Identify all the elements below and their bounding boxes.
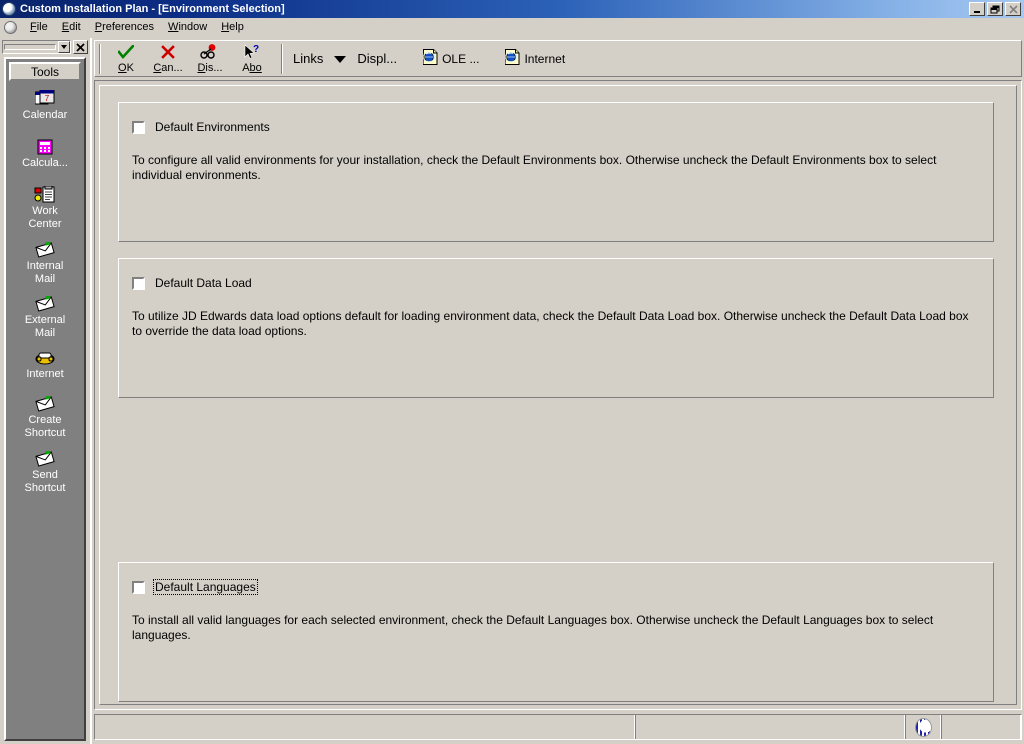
cancel-button[interactable]: Can... — [148, 42, 188, 75]
red-x-icon — [161, 44, 175, 61]
status-pane-logo — [905, 715, 941, 739]
display-links-label[interactable]: Displ... — [351, 42, 403, 75]
tools-panel-header: Tools — [9, 62, 81, 81]
help-cursor-icon: ? — [243, 44, 261, 61]
svg-text:7: 7 — [45, 94, 50, 103]
calculator-icon — [37, 138, 53, 155]
default-environments-label[interactable]: Default Environments — [153, 119, 272, 135]
sidebar-item-send-shortcut[interactable]: Send Shortcut — [6, 450, 84, 495]
minimize-button[interactable] — [969, 2, 985, 16]
cancel-button-label: Can... — [153, 61, 183, 74]
tools-sidebar: Tools 7 Calendar Calcula... Work Center … — [0, 38, 90, 744]
sidebar-item-label: Calcula... — [22, 157, 68, 169]
default-data-load-label[interactable]: Default Data Load — [153, 275, 254, 291]
mdi-client-area: OK Can... Dis... ? Abo Links Displ... OL… — [90, 38, 1024, 744]
form-area: Default Environments To configure all va… — [94, 80, 1022, 710]
sidebar-item-label: External Mail — [24, 314, 66, 339]
status-pane-info — [635, 715, 905, 739]
form-inner-panel: Default Environments To configure all va… — [99, 85, 1017, 705]
sidebar-toolbar — [2, 40, 88, 54]
tools-panel: Tools 7 Calendar Calcula... Work Center … — [4, 57, 86, 741]
restore-button[interactable] — [987, 2, 1003, 16]
default-data-load-checkbox[interactable] — [132, 276, 145, 290]
jde-sphere-icon — [2, 2, 16, 16]
envelope-icon — [35, 241, 55, 258]
jde-sphere-icon — [914, 717, 932, 737]
menu-bar: File Edit Preferences Window Help — [0, 18, 1024, 53]
sidebar-item-internet[interactable]: Internet — [6, 349, 84, 381]
sidebar-item-calculator[interactable]: Calcula... — [6, 138, 84, 170]
status-pane-message — [95, 715, 635, 739]
default-languages-checkbox[interactable] — [132, 580, 145, 594]
menu-item-preferences[interactable]: Preferences — [88, 20, 161, 34]
green-check-icon — [118, 44, 134, 61]
window-title-bar[interactable]: Custom Installation Plan - [Environment … — [0, 0, 1024, 18]
default-environments-checkbox[interactable] — [132, 120, 145, 134]
form-toolbar: OK Can... Dis... ? Abo Links Displ... OL… — [94, 40, 1022, 77]
menu-item-file[interactable]: File — [23, 20, 55, 34]
sidebar-item-label: Send Shortcut — [24, 469, 66, 494]
display-button[interactable]: Dis... — [190, 42, 230, 75]
default-environments-checkbox-row[interactable]: Default Environments — [132, 119, 272, 135]
links-label[interactable]: Links — [287, 42, 329, 75]
group-default-environments: Default Environments To configure all va… — [118, 102, 994, 242]
sidebar-item-work-center[interactable]: Work Center — [6, 186, 84, 231]
calendar-icon: 7 — [35, 90, 55, 107]
sidebar-combo[interactable] — [2, 40, 71, 54]
sidebar-item-external-mail[interactable]: External Mail — [6, 295, 84, 340]
status-pane-extra — [941, 715, 1021, 739]
glasses-icon — [200, 44, 220, 61]
sidebar-item-calendar[interactable]: 7 Calendar — [6, 90, 84, 122]
sidebar-item-internal-mail[interactable]: Internal Mail — [6, 241, 84, 286]
default-languages-label[interactable]: Default Languages — [153, 579, 258, 595]
chevron-down-icon[interactable] — [329, 42, 351, 75]
envelope-icon — [35, 450, 55, 467]
sidebar-item-label: Calendar — [22, 109, 68, 121]
sidebar-combo-field[interactable] — [4, 44, 56, 50]
internet-button[interactable]: Internet — [499, 42, 571, 75]
menu-item-window[interactable]: Window — [161, 20, 214, 34]
internet-document-icon — [504, 49, 520, 68]
work-center-icon — [34, 186, 56, 203]
default-environments-description: To configure all valid environments for … — [132, 153, 937, 182]
internet-button-label: Internet — [524, 51, 566, 66]
close-button[interactable] — [1005, 2, 1021, 16]
toolbar-separator — [99, 43, 101, 74]
toolbar-separator — [281, 43, 283, 74]
window-title: Custom Installation Plan - [Environment … — [20, 3, 285, 15]
status-bar — [94, 714, 1022, 740]
phone-icon — [35, 349, 55, 366]
ole-document-icon — [422, 49, 438, 68]
ok-button[interactable]: OK — [106, 42, 146, 75]
display-button-label: Dis... — [197, 61, 223, 74]
sidebar-close-button[interactable] — [73, 40, 88, 54]
window-controls — [969, 2, 1021, 16]
ok-button-label: OK — [118, 61, 134, 74]
chevron-down-icon[interactable] — [58, 41, 70, 53]
sidebar-item-label: Internet — [26, 368, 64, 380]
default-data-load-description: To utilize JD Edwards data load options … — [132, 309, 969, 338]
envelope-icon — [35, 395, 55, 412]
ole-button-label: OLE ... — [442, 51, 480, 66]
default-languages-checkbox-row[interactable]: Default Languages — [132, 579, 258, 595]
default-languages-description: To install all valid languages for each … — [132, 613, 934, 642]
sidebar-item-create-shortcut[interactable]: Create Shortcut — [6, 395, 84, 440]
envelope-icon — [35, 295, 55, 312]
sidebar-item-label: Internal Mail — [26, 260, 64, 285]
default-data-load-checkbox-row[interactable]: Default Data Load — [132, 275, 254, 291]
ole-button[interactable]: OLE ... — [417, 42, 485, 75]
menu-item-edit[interactable]: Edit — [55, 20, 88, 34]
group-default-languages: Default Languages To install all valid l… — [118, 562, 994, 702]
svg-text:?: ? — [253, 44, 259, 55]
jde-sphere-icon — [4, 20, 17, 34]
menu-item-help[interactable]: Help — [214, 20, 251, 34]
sidebar-item-label: Create Shortcut — [24, 414, 66, 439]
sidebar-item-label: Work Center — [28, 205, 62, 230]
about-button[interactable]: ? Abo — [232, 42, 272, 75]
group-default-data-load: Default Data Load To utilize JD Edwards … — [118, 258, 994, 398]
about-button-label: Abo — [242, 61, 262, 74]
